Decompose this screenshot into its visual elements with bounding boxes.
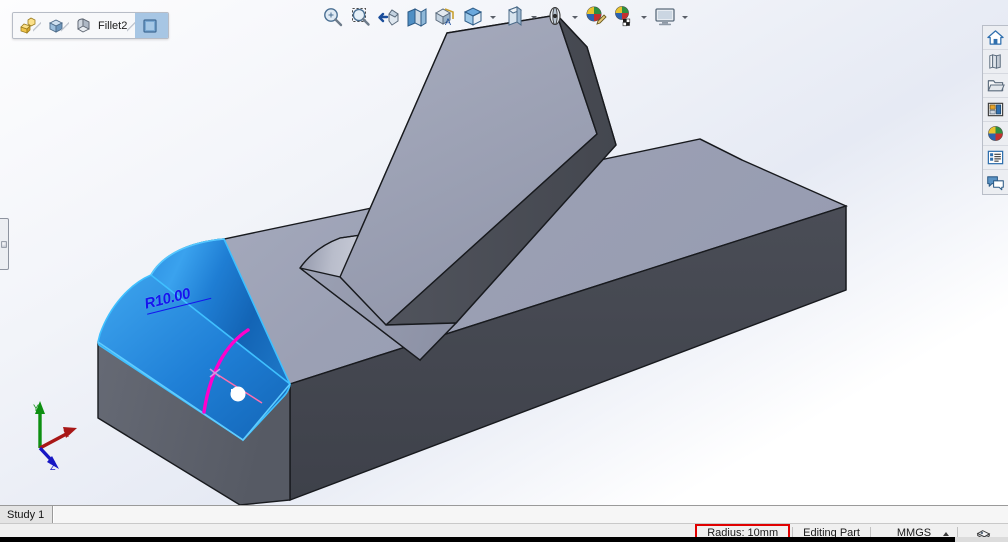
breadcrumb-item-fillet2[interactable]: Fillet2 xyxy=(69,13,137,38)
display-style-chevron-down-icon[interactable] xyxy=(488,4,499,30)
expand-panel-icon xyxy=(1,241,7,248)
home-icon[interactable] xyxy=(983,26,1008,50)
window-bottom-edge-patch xyxy=(955,537,1008,542)
chevron-up-icon[interactable] xyxy=(943,532,949,536)
triad-label-x: X xyxy=(63,429,69,439)
fillet-arc-endpoint-top xyxy=(246,328,250,332)
part-hand-icon xyxy=(18,16,38,36)
tab-study-1[interactable]: Study 1 xyxy=(0,506,54,524)
solidworks-forum-icon[interactable] xyxy=(983,170,1008,194)
solidworks-window: Y X Z R10.00 Fillet2 A Study 1 Radius: 1… xyxy=(0,0,1008,542)
breadcrumb-item-selected-face[interactable] xyxy=(135,13,169,38)
coordinate-triad: Y X Z xyxy=(33,401,77,472)
viewport-layout-chevron-down-icon[interactable] xyxy=(680,4,691,30)
view-palette-icon[interactable] xyxy=(983,98,1008,122)
previous-view-icon[interactable] xyxy=(376,4,402,30)
breadcrumb-item-body[interactable] xyxy=(41,13,70,38)
edit-appearance-icon[interactable] xyxy=(542,4,568,30)
file-explorer-icon[interactable] xyxy=(983,74,1008,98)
view-settings-chevron-down-icon[interactable] xyxy=(639,4,650,30)
face-selection-icon xyxy=(140,16,160,36)
fillet-feature-icon xyxy=(74,16,94,36)
tab-study-1-label: Study 1 xyxy=(7,509,45,521)
study-tab-strip[interactable]: Study 1 xyxy=(0,505,1008,524)
apply-scene-icon[interactable] xyxy=(583,4,609,30)
triad-label-y: Y xyxy=(33,403,39,413)
zoom-to-area-icon[interactable] xyxy=(348,4,374,30)
graphics-viewport[interactable]: Y X Z R10.00 Fillet2 A xyxy=(0,0,1008,505)
design-library-icon[interactable] xyxy=(983,50,1008,74)
display-style-icon[interactable] xyxy=(460,4,486,30)
breadcrumb[interactable]: Fillet2 xyxy=(12,12,170,39)
hide-show-items-icon[interactable] xyxy=(501,4,527,30)
tab-strip-empty-area xyxy=(53,506,1008,523)
task-pane-rail[interactable] xyxy=(982,25,1008,195)
appearances-scenes-icon[interactable] xyxy=(983,122,1008,146)
viewport-layout-icon[interactable] xyxy=(652,4,678,30)
cad-model-scene[interactable]: Y X Z xyxy=(0,0,1008,505)
hide-show-chevron-down-icon[interactable] xyxy=(529,4,540,30)
zoom-to-fit-icon[interactable] xyxy=(320,4,346,30)
breadcrumb-item-part[interactable] xyxy=(13,13,42,38)
fillet-drag-handle-notch[interactable] xyxy=(231,389,240,397)
breadcrumb-item-fillet2-label: Fillet2 xyxy=(98,19,128,32)
collapsed-panel-tab[interactable] xyxy=(0,218,9,270)
view-settings-icon[interactable] xyxy=(611,4,637,30)
edit-appearance-chevron-down-icon[interactable] xyxy=(570,4,581,30)
section-view-icon[interactable] xyxy=(404,4,430,30)
solid-body-icon xyxy=(46,16,66,36)
custom-properties-icon[interactable] xyxy=(983,146,1008,170)
window-bottom-edge xyxy=(0,537,1008,542)
view-orientation-icon[interactable]: A xyxy=(432,4,458,30)
part-body[interactable] xyxy=(97,14,848,505)
triad-label-z: Z xyxy=(50,462,56,472)
svg-text:A: A xyxy=(445,17,451,27)
view-toolbar[interactable]: A xyxy=(320,2,691,32)
